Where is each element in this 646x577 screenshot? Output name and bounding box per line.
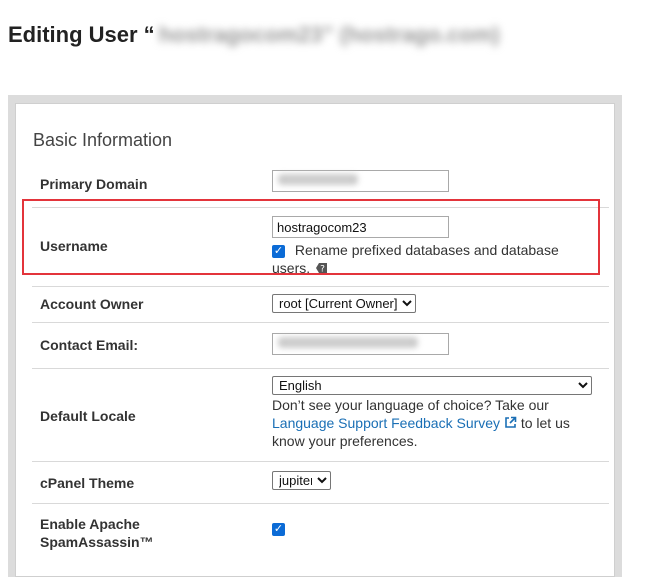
- help-icon[interactable]: ?: [316, 262, 328, 275]
- row-username: Username ✓ Rename prefixed databases and…: [32, 207, 609, 287]
- account-owner-label: Account Owner: [40, 296, 144, 312]
- redacted-domain: [278, 174, 358, 185]
- locale-help-text-2: to let us: [520, 415, 570, 431]
- panel-body: Basic Information Primary Domain Usernam…: [15, 103, 615, 577]
- row-primary-domain: Primary Domain: [32, 160, 609, 208]
- default-locale-label: Default Locale: [40, 408, 136, 424]
- rename-databases-checkbox[interactable]: ✓: [272, 244, 285, 258]
- row-account-owner: Account Owner root [Current Owner]: [32, 286, 609, 323]
- redacted-username: hostragocom23” (hostrago.com): [158, 22, 500, 47]
- section-title: Basic Information: [33, 130, 173, 150]
- redacted-email: [278, 337, 418, 348]
- row-contact-email: Contact Email:: [32, 322, 609, 369]
- spamassassin-checkbox[interactable]: ✓: [272, 523, 285, 537]
- page-title: Editing User “hostragocom23” (hostrago.c…: [8, 22, 500, 47]
- primary-domain-label: Primary Domain: [40, 176, 148, 192]
- row-spamassassin: Enable Apache SpamAssassin™ ✓: [32, 503, 609, 563]
- row-default-locale: Default Locale English Don’t see your la…: [32, 368, 609, 462]
- locale-help-text: Don’t see your language of choice? Take …: [272, 397, 549, 413]
- cpanel-theme-label: cPanel Theme: [40, 475, 135, 491]
- rename-databases-label: Rename prefixed databases and database: [294, 242, 559, 258]
- external-link-icon[interactable]: [504, 416, 517, 429]
- row-cpanel-theme: cPanel Theme jupiter: [32, 461, 609, 504]
- contact-email-label: Contact Email:: [40, 337, 139, 353]
- username-label: Username: [40, 238, 108, 254]
- account-owner-select[interactable]: root [Current Owner]: [272, 294, 416, 313]
- cpanel-theme-select[interactable]: jupiter: [272, 471, 331, 490]
- username-input[interactable]: [272, 216, 449, 238]
- language-survey-link[interactable]: Language Support Feedback Survey: [272, 415, 500, 431]
- svg-text:?: ?: [320, 265, 325, 275]
- basic-information-panel: Basic Information Primary Domain Usernam…: [8, 95, 622, 577]
- rename-databases-label-2: users.: [272, 260, 311, 276]
- locale-help-text-3: know your preferences.: [272, 433, 418, 449]
- spamassassin-label: Enable Apache SpamAssassin™: [40, 516, 154, 550]
- default-locale-select[interactable]: English: [272, 376, 592, 395]
